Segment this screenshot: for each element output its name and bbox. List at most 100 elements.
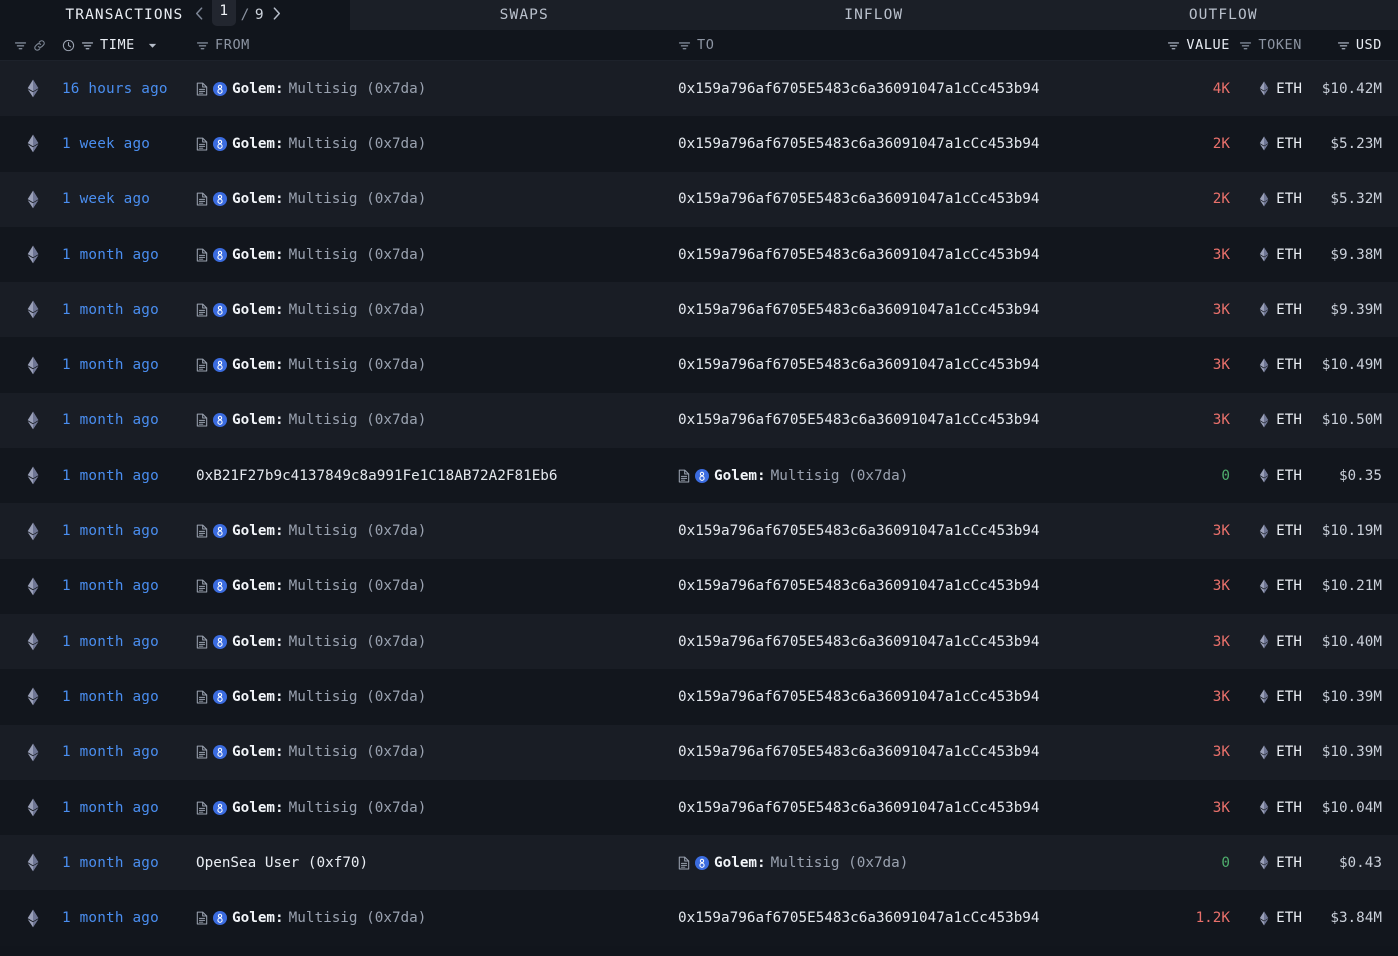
address-link[interactable]: 0x159a796af6705E5483c6a36091047a1cCc453b…: [678, 634, 1040, 650]
to-cell[interactable]: 0x159a796af6705E5483c6a36091047a1cCc453b…: [678, 800, 1040, 816]
address-link[interactable]: 0x159a796af6705E5483c6a36091047a1cCc453b…: [678, 744, 1040, 760]
address-link[interactable]: 0x159a796af6705E5483c6a36091047a1cCc453b…: [678, 910, 1040, 926]
from-cell[interactable]: Golem: Multisig (0x7da): [196, 800, 426, 816]
from-cell[interactable]: Golem: Multisig (0x7da): [196, 191, 426, 207]
address-link[interactable]: 0x159a796af6705E5483c6a36091047a1cCc453b…: [678, 523, 1040, 539]
token-cell[interactable]: ETH: [1259, 468, 1302, 484]
next-page-button[interactable]: [269, 6, 284, 24]
column-header-usd[interactable]: USD: [1337, 30, 1382, 61]
entity-link[interactable]: Golem: Multisig (0x7da): [196, 744, 426, 760]
entity-link[interactable]: Golem: Multisig (0x7da): [196, 191, 426, 207]
tab-outflow[interactable]: OUTFLOW: [1048, 0, 1398, 30]
time-cell[interactable]: 16 hours ago: [62, 81, 168, 97]
address-link[interactable]: 0x159a796af6705E5483c6a36091047a1cCc453b…: [678, 136, 1040, 152]
chevron-down-icon[interactable]: [147, 40, 158, 51]
tab-transactions[interactable]: TRANSACTIONS 1/9: [0, 0, 350, 30]
table-row[interactable]: 1 month ago Golem: Multisig (0x7da) 0x159a7…: [0, 558, 1398, 614]
column-header-from[interactable]: FROM: [196, 30, 250, 61]
clock-icon[interactable]: [62, 39, 75, 52]
filter-icon[interactable]: [14, 39, 27, 52]
to-cell[interactable]: 0x159a796af6705E5483c6a36091047a1cCc453b…: [678, 191, 1040, 207]
filter-icon[interactable]: [1239, 39, 1252, 52]
time-cell[interactable]: 1 month ago: [62, 412, 159, 428]
token-cell[interactable]: ETH: [1259, 689, 1302, 705]
entity-link[interactable]: Golem: Multisig (0x7da): [196, 634, 426, 650]
address-link[interactable]: 0x159a796af6705E5483c6a36091047a1cCc453b…: [678, 302, 1040, 318]
filter-icon[interactable]: [678, 39, 691, 52]
to-cell[interactable]: 0x159a796af6705E5483c6a36091047a1cCc453b…: [678, 302, 1040, 318]
entity-link[interactable]: Golem: Multisig (0x7da): [196, 910, 426, 926]
column-header-token[interactable]: TOKEN: [1239, 30, 1302, 61]
token-cell[interactable]: ETH: [1259, 523, 1302, 539]
table-row[interactable]: 1 month ago Golem: Multisig (0x7da) 0x159a7…: [0, 503, 1398, 559]
token-cell[interactable]: ETH: [1259, 357, 1302, 373]
filter-icon[interactable]: [1337, 39, 1350, 52]
entity-link[interactable]: Golem: Multisig (0x7da): [196, 247, 426, 263]
table-row[interactable]: 1 month ago Golem: Multisig (0x7da) 0x159a7…: [0, 282, 1398, 338]
address-link[interactable]: 0x159a796af6705E5483c6a36091047a1cCc453b…: [678, 247, 1040, 263]
to-cell[interactable]: 0x159a796af6705E5483c6a36091047a1cCc453b…: [678, 81, 1040, 97]
token-cell[interactable]: ETH: [1259, 578, 1302, 594]
to-cell[interactable]: 0x159a796af6705E5483c6a36091047a1cCc453b…: [678, 357, 1040, 373]
current-page-number[interactable]: 1: [212, 0, 236, 26]
column-header-time[interactable]: TIME: [62, 30, 158, 61]
entity-link[interactable]: Golem: Multisig (0x7da): [678, 468, 908, 484]
table-row[interactable]: 1 month ago Golem: Multisig (0x7da) 0x159a7…: [0, 890, 1398, 946]
token-cell[interactable]: ETH: [1259, 412, 1302, 428]
link-icon[interactable]: [33, 39, 46, 52]
from-cell[interactable]: Golem: Multisig (0x7da): [196, 81, 426, 97]
token-cell[interactable]: ETH: [1259, 247, 1302, 263]
to-cell[interactable]: 0x159a796af6705E5483c6a36091047a1cCc453b…: [678, 412, 1040, 428]
entity-link[interactable]: Golem: Multisig (0x7da): [678, 855, 908, 871]
to-cell[interactable]: Golem: Multisig (0x7da): [678, 855, 908, 871]
address-link[interactable]: 0x159a796af6705E5483c6a36091047a1cCc453b…: [678, 81, 1040, 97]
entity-link[interactable]: Golem: Multisig (0x7da): [196, 523, 426, 539]
column-header-chain[interactable]: [14, 30, 46, 61]
time-cell[interactable]: 1 month ago: [62, 744, 159, 760]
to-cell[interactable]: 0x159a796af6705E5483c6a36091047a1cCc453b…: [678, 578, 1040, 594]
tab-swaps[interactable]: SWAPS: [349, 0, 699, 30]
from-cell[interactable]: Golem: Multisig (0x7da): [196, 302, 426, 318]
from-cell[interactable]: Golem: Multisig (0x7da): [196, 523, 426, 539]
time-cell[interactable]: 1 month ago: [62, 855, 159, 871]
time-cell[interactable]: 1 month ago: [62, 357, 159, 373]
column-header-to[interactable]: TO: [678, 30, 714, 61]
table-row[interactable]: 1 month ago Golem: Multisig (0x7da) 0x159a7…: [0, 669, 1398, 725]
time-cell[interactable]: 1 month ago: [62, 468, 159, 484]
to-cell[interactable]: 0x159a796af6705E5483c6a36091047a1cCc453b…: [678, 136, 1040, 152]
user-label[interactable]: OpenSea User (0xf70): [196, 855, 368, 871]
table-row[interactable]: 1 month ago Golem: Multisig (0x7da) 0x159a7…: [0, 724, 1398, 780]
entity-link[interactable]: Golem: Multisig (0x7da): [196, 136, 426, 152]
filter-icon[interactable]: [1167, 39, 1180, 52]
address-link[interactable]: 0xB21F27b9c4137849c8a991Fe1C18AB72A2F81E…: [196, 468, 558, 484]
time-cell[interactable]: 1 month ago: [62, 910, 159, 926]
filter-icon[interactable]: [196, 39, 209, 52]
time-cell[interactable]: 1 month ago: [62, 634, 159, 650]
table-row[interactable]: 1 month ago 0xB21F27b9c4137849c8a991Fe1C1…: [0, 448, 1398, 504]
from-cell[interactable]: Golem: Multisig (0x7da): [196, 412, 426, 428]
from-cell[interactable]: Golem: Multisig (0x7da): [196, 247, 426, 263]
token-cell[interactable]: ETH: [1259, 191, 1302, 207]
to-cell[interactable]: 0x159a796af6705E5483c6a36091047a1cCc453b…: [678, 523, 1040, 539]
address-link[interactable]: 0x159a796af6705E5483c6a36091047a1cCc453b…: [678, 800, 1040, 816]
to-cell[interactable]: 0x159a796af6705E5483c6a36091047a1cCc453b…: [678, 910, 1040, 926]
address-link[interactable]: 0x159a796af6705E5483c6a36091047a1cCc453b…: [678, 578, 1040, 594]
address-link[interactable]: 0x159a796af6705E5483c6a36091047a1cCc453b…: [678, 191, 1040, 207]
from-cell[interactable]: OpenSea User (0xf70): [196, 855, 368, 871]
table-row[interactable]: 1 month ago Golem: Multisig (0x7da) 0x159a7…: [0, 337, 1398, 393]
token-cell[interactable]: ETH: [1259, 855, 1302, 871]
table-row[interactable]: 1 week ago Golem: Multisig (0x7da) 0x159a79…: [0, 171, 1398, 227]
to-cell[interactable]: 0x159a796af6705E5483c6a36091047a1cCc453b…: [678, 247, 1040, 263]
time-cell[interactable]: 1 week ago: [62, 191, 150, 207]
time-cell[interactable]: 1 month ago: [62, 800, 159, 816]
entity-link[interactable]: Golem: Multisig (0x7da): [196, 81, 426, 97]
tab-inflow[interactable]: INFLOW: [699, 0, 1049, 30]
from-cell[interactable]: Golem: Multisig (0x7da): [196, 689, 426, 705]
address-link[interactable]: 0x159a796af6705E5483c6a36091047a1cCc453b…: [678, 357, 1040, 373]
table-row[interactable]: 1 month ago Golem: Multisig (0x7da) 0x159a7…: [0, 392, 1398, 449]
from-cell[interactable]: Golem: Multisig (0x7da): [196, 578, 426, 594]
entity-link[interactable]: Golem: Multisig (0x7da): [196, 412, 426, 428]
time-cell[interactable]: 1 month ago: [62, 578, 159, 594]
address-link[interactable]: 0x159a796af6705E5483c6a36091047a1cCc453b…: [678, 412, 1040, 428]
time-cell[interactable]: 1 week ago: [62, 136, 150, 152]
